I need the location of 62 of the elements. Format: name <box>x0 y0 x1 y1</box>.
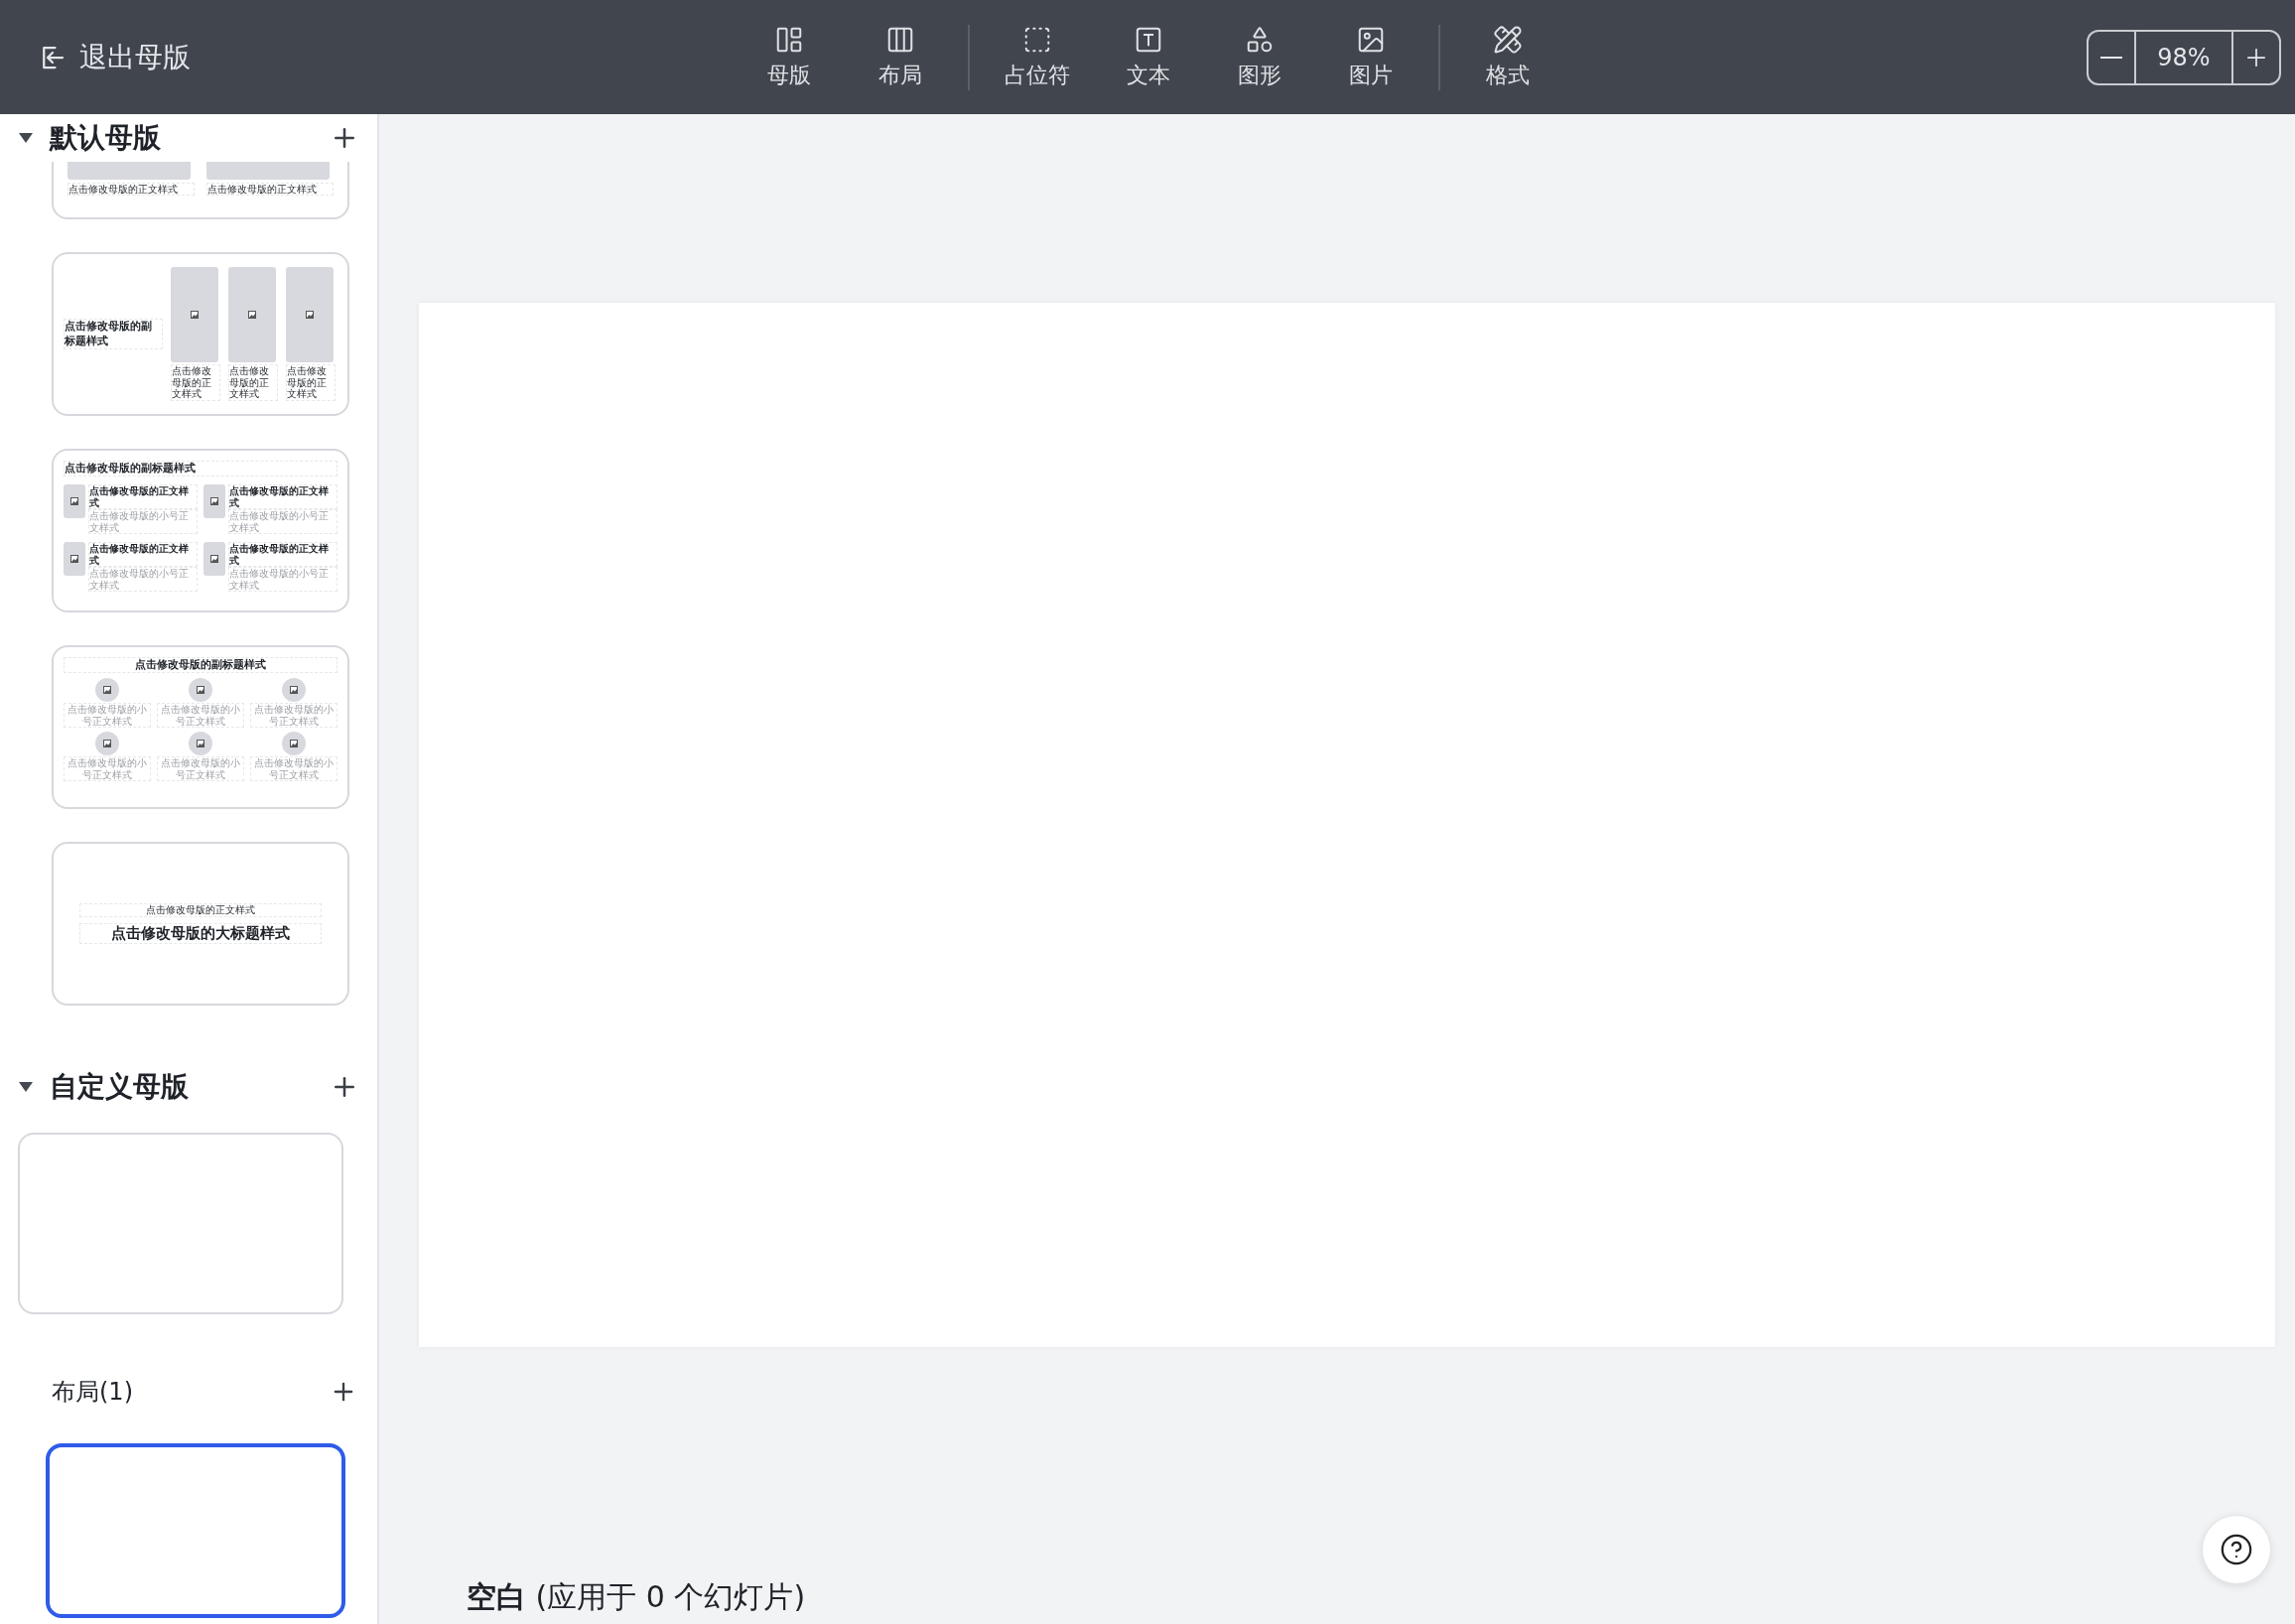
toolbar-button[interactable]: 图片 <box>1325 20 1417 94</box>
image-icon <box>210 497 218 506</box>
master-thumbnail[interactable]: 点击修改母版的正文样式 点击修改母版的大标题样式 <box>52 842 349 1006</box>
subtitle-text: 点击修改母版的副标题样式 <box>64 657 338 674</box>
toolbar-button[interactable]: 布局 <box>855 20 946 94</box>
image-icon <box>70 555 78 564</box>
small-body-text: 点击修改母版的小号正文样式 <box>157 756 244 782</box>
small-body-text: 点击修改母版的小号正文样式 <box>228 509 338 535</box>
body-text: 点击修改母版的正文样式 <box>286 364 336 401</box>
toolbar-button[interactable]: 文本 <box>1103 20 1194 94</box>
image-icon <box>103 686 111 695</box>
layout-caption: 空白 (应用于 0 个幻灯片) <box>467 1578 807 1616</box>
body-text: 点击修改母版的正文样式 <box>68 182 195 196</box>
body-text: 点击修改母版的正文样式 <box>206 182 334 196</box>
toolbar-button[interactable]: 图形 <box>1214 20 1305 94</box>
body-text: 点击修改母版的正文样式 <box>79 903 322 917</box>
small-body-text: 点击修改母版的小号正文样式 <box>250 756 338 782</box>
help-icon <box>2220 1533 2253 1566</box>
body-text: 点击修改母版的正文样式 <box>228 484 338 510</box>
exit-master-button[interactable]: 退出母版 <box>38 38 191 76</box>
section-title: 默认母版 <box>50 120 162 156</box>
master-thumbnail[interactable]: 点击修改母版的副标题样式 点击修改母版的正文样式 点击修改母版的小号正文样式 点击修改母版的正文样式 点击修改母版的小号正文样式 点击修改母版的正文样式 点击修改母版的小号正文样式 点击修改母版的正文样式 点击修改母版的小号正文样式 <box>52 449 349 612</box>
small-body-text: 点击修改母版的小号正文样式 <box>64 703 151 729</box>
layouts-heading: 布局(1) <box>52 1377 133 1408</box>
help-button[interactable] <box>2202 1515 2271 1584</box>
shapes-icon <box>1245 24 1275 55</box>
body-text: 点击修改母版的正文样式 <box>228 542 338 568</box>
subtitle-text: 点击修改母版的副标题样式 <box>64 319 163 349</box>
master-thumbnail[interactable]: 点击修改母版的副标题样式 点击修改母版的正文样式 点击修改母版的正文样式 点击修改母版的正文样式 <box>52 252 349 416</box>
body-text: 点击修改母版的正文样式 <box>171 364 220 401</box>
body-text: 点击修改母版的正文样式 <box>88 484 198 510</box>
title-text: 点击修改母版的大标题样式 <box>79 922 322 944</box>
image-icon <box>248 311 256 320</box>
master-thumbnail[interactable]: 点击修改母版的正文样式 点击修改母版的正文样式 <box>52 162 349 219</box>
small-body-text: 点击修改母版的小号正文样式 <box>250 703 338 729</box>
image-icon <box>197 740 204 748</box>
small-body-text: 点击修改母版的小号正文样式 <box>64 756 151 782</box>
master-thumbnail[interactable] <box>18 1133 343 1314</box>
image-icon <box>306 311 314 320</box>
small-body-text: 点击修改母版的小号正文样式 <box>88 509 198 535</box>
image-icon <box>191 311 199 320</box>
small-body-text: 点击修改母版的小号正文样式 <box>157 703 244 729</box>
body-text: 点击修改母版的正文样式 <box>228 364 278 401</box>
layout-thumbnail[interactable] <box>46 1443 345 1618</box>
image-icon <box>70 497 78 506</box>
subtitle-text: 点击修改母版的副标题样式 <box>64 461 338 477</box>
zoom-value: 98% <box>2134 31 2233 83</box>
toolbar-button[interactable]: 格式 <box>1462 20 1553 94</box>
body-text: 点击修改母版的正文样式 <box>88 542 198 568</box>
image-icon <box>197 686 204 695</box>
image-icon <box>103 740 111 748</box>
image-icon <box>210 555 218 564</box>
pencil-ruler-icon <box>1493 24 1523 55</box>
small-body-text: 点击修改母版的小号正文样式 <box>88 567 198 593</box>
small-body-text: 点击修改母版的小号正文样式 <box>228 567 338 593</box>
minus-icon <box>2100 56 2122 59</box>
toolbar-button[interactable]: 母版 <box>743 20 835 94</box>
toolbar-button[interactable]: 占位符 <box>992 20 1083 94</box>
image-icon <box>290 740 298 748</box>
image-icon <box>290 686 298 695</box>
master-thumbnail[interactable]: 点击修改母版的副标题样式 点击修改母版的小号正文样式 点击修改母版的小号正文样式 点击修改母版的小号正文样式 点击修改母版的小号正文样式 点击修改母版的小号正文样式 点击修改母版的小号正文样式 <box>52 645 349 809</box>
section-title: 自定义母版 <box>50 1069 190 1105</box>
